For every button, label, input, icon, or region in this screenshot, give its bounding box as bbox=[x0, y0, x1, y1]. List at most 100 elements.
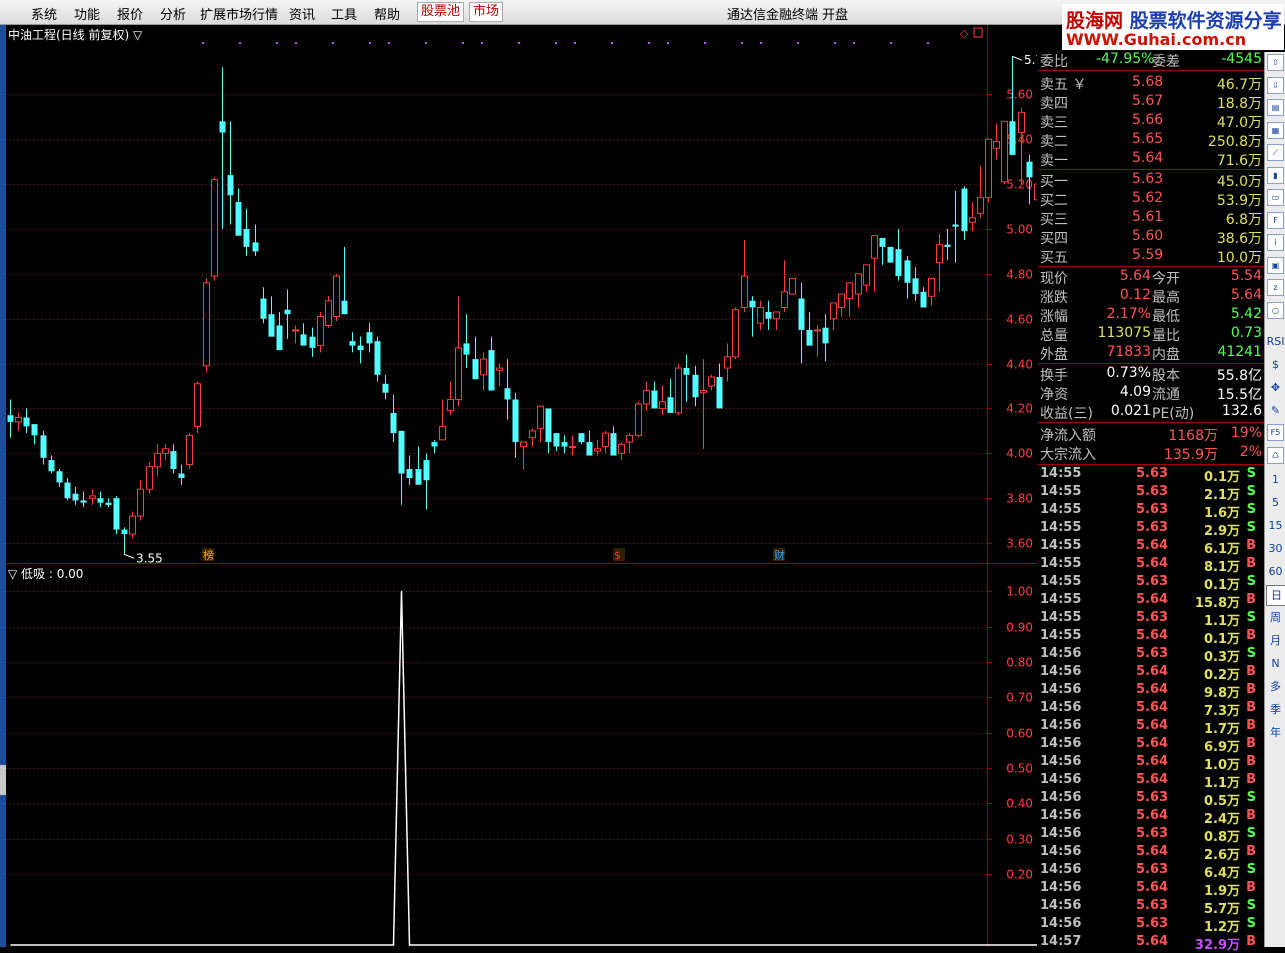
candle bbox=[72, 486, 79, 505]
menu-news[interactable]: 资讯 bbox=[289, 4, 315, 23]
stock-pool-button[interactable]: 股票池 bbox=[417, 2, 465, 22]
arrow-down-icon[interactable]: ⇩ bbox=[1267, 76, 1284, 94]
fiz-icon[interactable]: z bbox=[1267, 279, 1284, 296]
toolbar-button-3[interactable]: ✎ bbox=[1266, 401, 1285, 420]
f10-icon[interactable]: F bbox=[1267, 211, 1284, 229]
candle bbox=[553, 433, 560, 452]
candle bbox=[529, 428, 536, 447]
toolbar-button-6[interactable]: 1 bbox=[1266, 470, 1285, 489]
chart-canvas[interactable]: 5.605.405.205.004.804.604.404.204.003.80… bbox=[6, 25, 1037, 947]
low-price-label: 3.55 bbox=[136, 551, 163, 565]
calendar-icon[interactable]: ▣ bbox=[1267, 256, 1284, 274]
candle-body bbox=[170, 451, 177, 470]
candle bbox=[129, 511, 136, 539]
candle-body bbox=[561, 442, 568, 447]
tick-price: 5.63 bbox=[1136, 466, 1169, 481]
menu-help[interactable]: 帮助 bbox=[374, 4, 400, 23]
indicator-title[interactable]: ▽ 低吸 : 0.00 bbox=[8, 565, 83, 582]
candle-icon[interactable]: ▮ bbox=[1267, 166, 1284, 184]
toolbar-button-8[interactable]: 15 bbox=[1266, 516, 1285, 535]
window-title: 通达信金融终端 开盘 bbox=[727, 8, 849, 23]
sell-row-3[interactable]: 卖三 5.66 47.0万 bbox=[1038, 111, 1264, 131]
tick-time: 14:56 bbox=[1040, 826, 1082, 841]
toolbar-button-10[interactable]: 60 bbox=[1266, 562, 1285, 581]
candle-body bbox=[928, 277, 935, 297]
toolbar-button-1[interactable]: $ bbox=[1266, 355, 1285, 374]
line-chart-icon[interactable]: ⟋ bbox=[1267, 144, 1284, 161]
toolbar-button-7[interactable]: 5 bbox=[1266, 493, 1285, 512]
candle-body bbox=[463, 343, 470, 355]
candle-body bbox=[716, 377, 723, 409]
toolbar-button-12[interactable]: 周 bbox=[1266, 608, 1285, 627]
stat-value: 5.64 bbox=[1119, 268, 1151, 284]
candle bbox=[137, 480, 144, 521]
sell-row-4[interactable]: 卖四 5.67 18.8万 bbox=[1038, 92, 1264, 112]
tick-volume: 1.9万 bbox=[1203, 884, 1240, 899]
menu-function[interactable]: 功能 bbox=[74, 4, 100, 23]
toolbar-button-13[interactable]: 月 bbox=[1266, 631, 1285, 650]
buy-label: 买二 bbox=[1040, 193, 1068, 209]
document-icon[interactable]: ▤ bbox=[1267, 99, 1284, 116]
candle bbox=[357, 336, 364, 364]
tick-time: 14:55 bbox=[1040, 502, 1082, 517]
tick-row: 14:55 5.63 1.1万 S bbox=[1038, 610, 1264, 629]
info-icon[interactable]: i bbox=[1267, 234, 1284, 251]
toolbar-button-9[interactable]: 30 bbox=[1266, 539, 1285, 558]
table-icon[interactable]: ▦ bbox=[1267, 121, 1284, 139]
fin-row: 换手 0.73% 股本 55.8亿 bbox=[1038, 364, 1264, 384]
toolbar-button-15[interactable]: 多 bbox=[1266, 677, 1285, 696]
candle bbox=[472, 336, 479, 380]
toolbar-button-0[interactable]: RSI bbox=[1266, 332, 1285, 351]
price-tick-label: 4.40 bbox=[1006, 358, 1033, 372]
menu-tools[interactable]: 工具 bbox=[331, 4, 357, 23]
stock-title[interactable]: 中油工程(日线 前复权) ▽ bbox=[8, 26, 142, 43]
buy-row-2[interactable]: 买二 5.62 53.9万 bbox=[1038, 189, 1264, 209]
chart-area[interactable]: 5.60 5.40 5.20 5.00 4.80 4.60 4.40 4.20 4.00 3.80… bbox=[6, 25, 1037, 947]
sell-row-5[interactable]: 卖五 ￥ 5.68 46.7万 bbox=[1038, 73, 1264, 93]
buy-row-5[interactable]: 买五 5.59 10.0万 bbox=[1038, 246, 1264, 266]
candle bbox=[15, 412, 22, 431]
tick-price: 5.64 bbox=[1136, 754, 1169, 769]
candle bbox=[31, 424, 38, 445]
buy-row-3[interactable]: 买三 5.61 6.8万 bbox=[1038, 208, 1264, 228]
candle-body bbox=[227, 175, 234, 196]
sell-volume: 250.8万 bbox=[1207, 134, 1262, 150]
candle-body bbox=[7, 415, 14, 422]
menu-quote[interactable]: 报价 bbox=[117, 4, 143, 23]
candle-body bbox=[333, 275, 340, 317]
buy-volume: 38.6万 bbox=[1216, 231, 1262, 247]
circle-icon[interactable]: ○ bbox=[1267, 301, 1284, 319]
candle bbox=[520, 441, 527, 470]
window-icon[interactable]: ▭ bbox=[1267, 189, 1284, 206]
candle-body bbox=[211, 179, 218, 277]
menu-extended-market[interactable]: 扩展市场行情 bbox=[200, 4, 278, 23]
candle-body bbox=[431, 442, 438, 447]
buy-row-1[interactable]: 买一 5.63 45.0万 bbox=[1038, 170, 1264, 190]
sell-price: 5.64 bbox=[1132, 150, 1164, 166]
menu-analysis[interactable]: 分析 bbox=[160, 4, 186, 23]
candle bbox=[97, 491, 104, 508]
toolbar-button-14[interactable]: N bbox=[1266, 654, 1285, 673]
toolbar-button-4[interactable]: F5 bbox=[1267, 424, 1284, 441]
sell-row-1[interactable]: 卖一 5.64 71.6万 bbox=[1038, 149, 1264, 169]
sell-row-2[interactable]: 卖二 5.65 250.8万 bbox=[1038, 130, 1264, 150]
toolbar-button-2[interactable]: ✥ bbox=[1266, 378, 1285, 397]
candle bbox=[488, 336, 495, 391]
market-button[interactable]: 市场 bbox=[469, 2, 504, 22]
candle bbox=[406, 455, 413, 485]
tick-volume: 2.4万 bbox=[1203, 812, 1240, 827]
candle bbox=[48, 455, 55, 474]
candle-body bbox=[366, 332, 373, 344]
signal-dot bbox=[276, 42, 278, 44]
toolbar-button-16[interactable]: 季 bbox=[1266, 700, 1285, 719]
buy-row-4[interactable]: 买四 5.60 38.6万 bbox=[1038, 227, 1264, 247]
arrow-up-icon[interactable]: ⇧ bbox=[1267, 54, 1284, 71]
stat-label: 今开 bbox=[1152, 271, 1180, 287]
signal-dot bbox=[704, 42, 706, 44]
toolbar-button-11[interactable]: 日 bbox=[1266, 585, 1285, 606]
toolbar-button-17[interactable]: 年 bbox=[1266, 723, 1285, 742]
sell-price: 5.68 bbox=[1132, 74, 1164, 90]
candle-body bbox=[895, 249, 902, 277]
menu-system[interactable]: 系统 bbox=[31, 4, 57, 23]
toolbar-button-5[interactable]: ♺ bbox=[1267, 447, 1284, 464]
